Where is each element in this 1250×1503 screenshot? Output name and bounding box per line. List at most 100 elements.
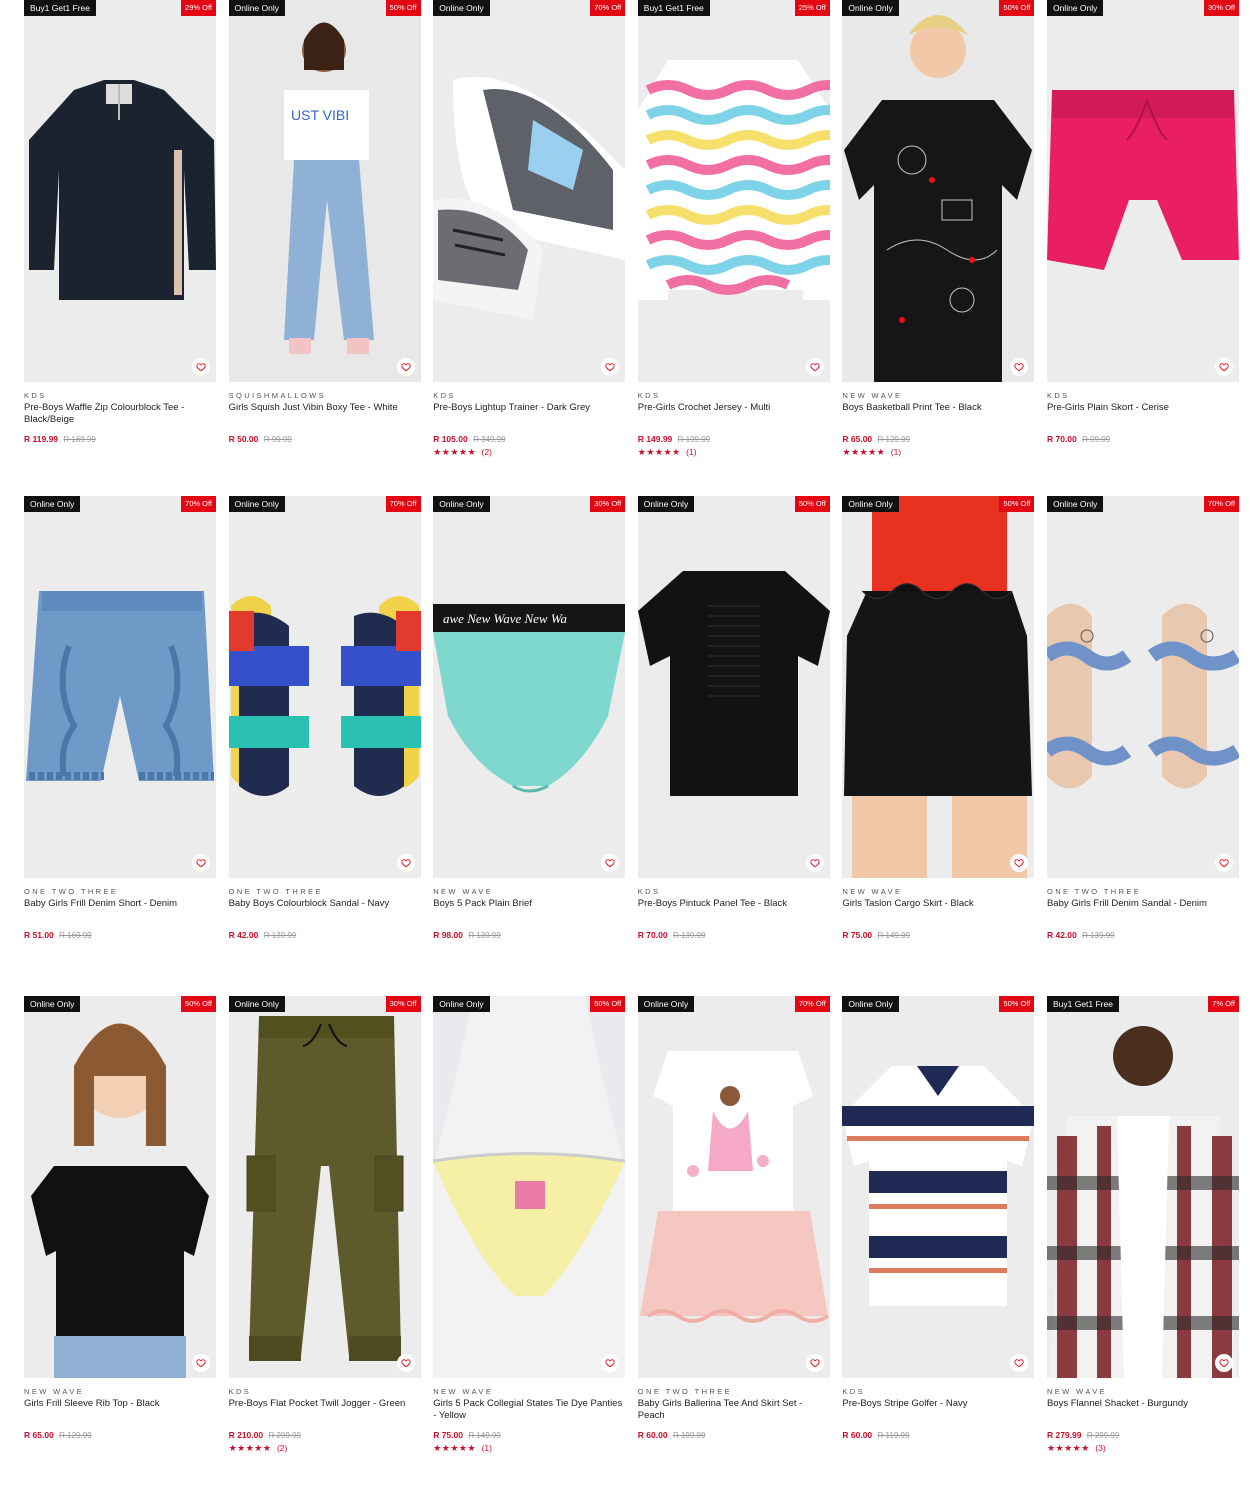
original-price: R 129.99	[877, 435, 910, 444]
product-card[interactable]: Online Only 50% Off NEW WAVE Girls Frill…	[24, 996, 216, 1496]
product-card[interactable]: Buy1 Get1 Free 7% Off NEW WAVE Boys Flan…	[1046, 996, 1239, 1496]
product-image[interactable]: Online Only 50% Off	[637, 496, 830, 878]
product-brand: KDS	[842, 1387, 865, 1396]
wishlist-button[interactable]	[396, 854, 415, 872]
product-card[interactable]: Online Only 50% Off KDS Pre-Boys Stripe …	[842, 996, 1035, 1496]
star-rating-icon: ★★★★★	[228, 1443, 272, 1453]
product-image[interactable]: Online Only 70% Off	[228, 496, 421, 878]
rating	[1047, 943, 1239, 954]
product-image[interactable]: Online Only 50% Off	[433, 996, 626, 1378]
product-image[interactable]: Online Only 50% Off	[842, 0, 1035, 382]
heart-icon	[810, 363, 820, 372]
product-name[interactable]: Boys Basketball Print Tee - Black	[842, 402, 1034, 426]
product-image[interactable]: Online Only 30% Off	[1046, 0, 1239, 382]
review-count[interactable]: (1)	[482, 1443, 492, 1453]
product-name[interactable]: Pre-Boys Waffle Zip Colourblock Tee - Bl…	[24, 402, 216, 426]
product-card[interactable]: Online Only 30% Off KDS Pre-Boys Flat Po…	[228, 996, 421, 1496]
product-card[interactable]: Buy1 Get1 Free 29% Off KDS Pre-Boys Waff…	[24, 0, 216, 496]
promo-tag: Online Only	[637, 496, 695, 512]
wishlist-button[interactable]	[192, 358, 210, 376]
discount-badge: 50% Off	[181, 996, 216, 1012]
rating: ★★★★★ (3)	[1047, 1443, 1239, 1454]
product-card[interactable]: Online Only 50% Off KDS Pre-Boys Pintuck…	[637, 496, 830, 996]
product-image[interactable]: Buy1 Get1 Free 7% Off	[1046, 996, 1239, 1378]
product-card[interactable]: Online Only 70% Off ONE TWO THREE Baby G…	[637, 996, 830, 1496]
review-count[interactable]: (1)	[686, 447, 696, 457]
product-image[interactable]: Buy1 Get1 Free 25% Off	[637, 0, 830, 382]
product-name[interactable]: Boys 5 Pack Plain Brief	[433, 898, 625, 922]
wishlist-button[interactable]	[1214, 854, 1233, 872]
product-name[interactable]: Baby Girls Ballerina Tee And Skirt Set -…	[638, 1398, 830, 1422]
product-image[interactable]: Buy1 Get1 Free 29% Off	[24, 0, 216, 382]
discount-badge: 50% Off	[999, 996, 1035, 1012]
current-price: R 279.99	[1046, 1430, 1082, 1440]
product-card[interactable]: Online Only 70% Off ONE TWO THREE Baby G…	[24, 496, 216, 996]
rating	[229, 447, 421, 458]
product-card[interactable]: UST VIBI Online Only 50% Off SQUISHMALLO…	[228, 0, 421, 496]
product-card[interactable]: Online Only 50% Off NEW WAVE Boys Basket…	[842, 0, 1035, 496]
product-name[interactable]: Baby Boys Colourblock Sandal - Navy	[229, 898, 421, 922]
wishlist-button[interactable]	[396, 358, 415, 376]
product-name[interactable]: Girls Squish Just Vibin Boxy Tee - White	[229, 402, 421, 426]
heart-icon	[1219, 363, 1229, 372]
product-card[interactable]: Online Only 70% Off ONE TWO THREE Baby G…	[1046, 496, 1239, 996]
product-name[interactable]: Boys Flannel Shacket - Burgundy	[1047, 1398, 1239, 1422]
heart-icon	[1014, 363, 1024, 372]
original-price: R 169.99	[59, 931, 92, 940]
wishlist-button[interactable]	[805, 358, 824, 376]
original-price: R 199.99	[677, 435, 711, 444]
rating: ★★★★★ (2)	[229, 1443, 421, 1454]
product-image[interactable]: Online Only 70% Off	[1046, 496, 1239, 878]
product-image[interactable]: UST VIBI Online Only 50% Off	[228, 0, 421, 382]
product-card[interactable]: Online Only 70% Off ONE TWO THREE Baby B…	[228, 496, 421, 996]
review-count[interactable]: (3)	[1095, 1443, 1105, 1453]
wishlist-button[interactable]	[1214, 358, 1233, 376]
product-name[interactable]: Pre-Boys Stripe Golfer - Navy	[842, 1398, 1034, 1422]
wishlist-button[interactable]	[192, 854, 210, 872]
price-row: R 51.00 R 169.99	[24, 930, 216, 941]
product-image[interactable]: Online Only 30% Off	[228, 996, 421, 1378]
review-count[interactable]: (2)	[482, 447, 492, 457]
product-card[interactable]: Online Only 30% Off KDS Pre-Girls Plain …	[1046, 0, 1239, 496]
wishlist-button[interactable]	[805, 854, 824, 872]
wishlist-button[interactable]	[805, 1354, 824, 1372]
product-name[interactable]: Girls Frill Sleeve Rib Top - Black	[24, 1398, 216, 1422]
star-rating-icon: ★★★★★	[1046, 1443, 1090, 1453]
product-photo	[637, 996, 830, 1378]
svg-text:UST VIBI: UST VIBI	[291, 107, 349, 123]
product-name[interactable]: Pre-Girls Crochet Jersey - Multi	[638, 402, 830, 426]
product-card[interactable]: Online Only 50% Off NEW WAVE Girls 5 Pac…	[433, 996, 626, 1496]
product-card[interactable]: Online Only 70% Off KDS Pre-Boys Lightup…	[433, 0, 626, 496]
product-card[interactable]: Buy1 Get1 Free 25% Off KDS Pre-Girls Cro…	[637, 0, 830, 496]
product-image[interactable]: Online Only 70% Off	[24, 496, 216, 878]
price-row: R 70.00 R 99.99	[1047, 434, 1239, 445]
product-name[interactable]: Baby Girls Frill Denim Short - Denim	[24, 898, 216, 922]
product-image[interactable]: awe New Wave New Wa Online Only 30% Off	[433, 496, 626, 878]
product-name[interactable]: Girls 5 Pack Collegial States Tie Dye Pa…	[433, 1398, 625, 1422]
review-count[interactable]: (1)	[891, 447, 901, 457]
product-image[interactable]: Online Only 70% Off	[637, 996, 830, 1378]
product-brand: ONE TWO THREE	[1046, 887, 1142, 896]
product-image[interactable]: Online Only 70% Off	[433, 0, 626, 382]
product-image[interactable]: Online Only 50% Off	[842, 496, 1035, 878]
product-name[interactable]: Pre-Boys Pintuck Panel Tee - Black	[638, 898, 830, 922]
wishlist-button[interactable]	[192, 1354, 210, 1372]
heart-icon	[810, 859, 820, 868]
product-name[interactable]: Pre-Boys Lightup Trainer - Dark Grey	[433, 402, 625, 426]
product-card[interactable]: Online Only 50% Off NEW WAVE Girls Taslo…	[842, 496, 1035, 996]
rating	[24, 1443, 216, 1454]
price-row: R 98.00 R 139.99	[433, 930, 625, 941]
discount-badge: 30% Off	[1204, 0, 1239, 16]
product-image[interactable]: Online Only 50% Off	[842, 996, 1035, 1378]
product-name[interactable]: Pre-Girls Plain Skort - Cerise	[1047, 402, 1239, 426]
product-name[interactable]: Baby Girls Frill Denim Sandal - Denim	[1047, 898, 1239, 922]
product-card[interactable]: awe New Wave New Wa Online Only 30% Off …	[433, 496, 626, 996]
wishlist-button[interactable]	[396, 1354, 415, 1372]
product-name[interactable]: Girls Taslon Cargo Skirt - Black	[842, 898, 1034, 922]
product-image[interactable]: Online Only 50% Off	[24, 996, 216, 1378]
wishlist-button[interactable]	[1214, 1354, 1233, 1372]
rating	[842, 1443, 1034, 1454]
product-name[interactable]: Pre-Boys Flat Pocket Twill Jogger - Gree…	[229, 1398, 421, 1422]
current-price: R 70.00	[637, 930, 668, 940]
review-count[interactable]: (2)	[277, 1443, 287, 1453]
